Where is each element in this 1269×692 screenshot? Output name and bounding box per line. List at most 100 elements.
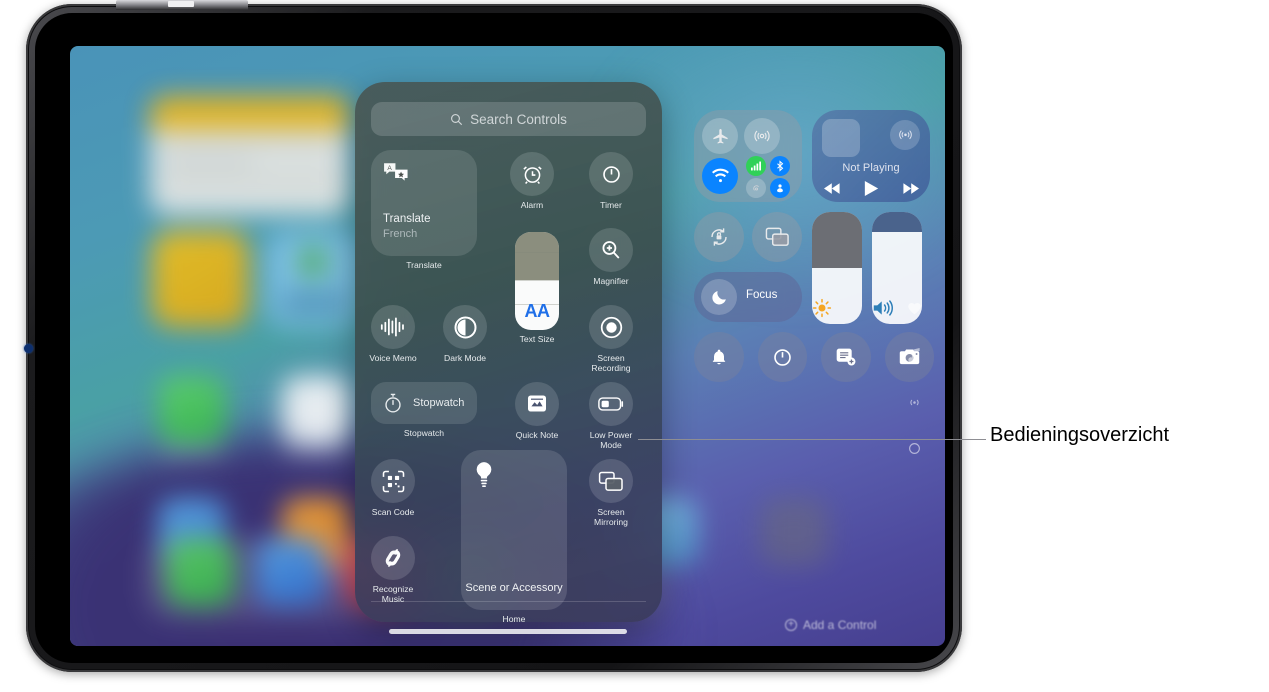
screen-mirroring-button[interactable]: [752, 212, 802, 262]
stopwatch-icon: [385, 393, 401, 413]
caption: Stopwatch: [403, 428, 445, 438]
ipad-screen: Not Playing Focus + Add a Control Search…: [70, 46, 945, 646]
cellular-button[interactable]: [746, 156, 766, 176]
media-status: Not Playing: [842, 162, 900, 174]
shazam-icon: [385, 549, 401, 567]
home-tile[interactable]: Scene or Accessory: [461, 450, 567, 610]
battery-icon: [597, 397, 623, 411]
control-tile-stopwatch[interactable]: Stopwatch Stopwatch: [371, 382, 477, 438]
airdrop-small-button[interactable]: [746, 178, 766, 198]
silent-mode-button[interactable]: [694, 332, 744, 382]
screen-mirroring-icon: [598, 471, 623, 491]
quick-note-button[interactable]: [515, 382, 559, 426]
qr-code-icon: [382, 470, 404, 492]
caption-line2: Music: [381, 594, 405, 604]
control-tile-alarm[interactable]: Alarm: [510, 152, 554, 210]
waveform-icon: [380, 317, 404, 337]
search-controls-field[interactable]: Search Controls: [371, 102, 646, 136]
airplane-mode-button[interactable]: [702, 118, 738, 154]
device-top-connector: [116, 0, 248, 10]
stopwatch-button[interactable]: Stopwatch: [371, 382, 477, 424]
translate-subtitle: French: [383, 228, 418, 240]
translate-tile[interactable]: A Translate French: [371, 150, 477, 256]
recognize-music-button[interactable]: [371, 536, 415, 580]
control-center-pager: [902, 301, 926, 455]
control-tile-recognize-music[interactable]: Recognize Music: [371, 536, 415, 604]
screen-mirroring-icon: [765, 227, 789, 246]
lightbulb-icon: [473, 461, 495, 488]
controls-gallery-panel: Search Controls A Translate French Trans…: [355, 82, 662, 622]
control-tile-voice-memo[interactable]: Voice Memo: [369, 305, 417, 363]
timer-button[interactable]: [589, 152, 633, 196]
dark-mode-button[interactable]: [443, 305, 487, 349]
broadcast-icon[interactable]: [906, 395, 923, 410]
quick-note-icon: [836, 348, 856, 366]
brightness-fill: [812, 212, 862, 268]
caption: Text Size: [519, 334, 555, 344]
airdrop-button[interactable]: [744, 118, 780, 154]
record-icon: [600, 316, 622, 338]
widget-calendar: [150, 96, 350, 214]
app-icon-mail: [282, 376, 350, 444]
control-tile-scan-code[interactable]: Scan Code: [371, 459, 415, 517]
control-tile-scene-or-accessory[interactable]: Scene or Accessory Home: [461, 450, 567, 622]
rewind-icon[interactable]: [823, 182, 841, 195]
timer-button[interactable]: [757, 332, 807, 382]
text-size-fill: [515, 232, 559, 280]
caption: Magnifier: [593, 276, 629, 286]
screen-recording-button[interactable]: [589, 305, 633, 349]
voice-memo-button[interactable]: [371, 305, 415, 349]
moon-icon-wrap: [701, 279, 737, 315]
airplay-button[interactable]: [890, 120, 920, 150]
quick-note-button[interactable]: [821, 332, 871, 382]
cellular-bars-icon: [751, 161, 761, 171]
add-control-label: Add a Control: [803, 618, 877, 632]
control-tile-magnifier[interactable]: Magnifier: [589, 228, 633, 286]
text-size-slider[interactable]: AA: [515, 232, 559, 330]
wifi-button[interactable]: [702, 158, 738, 194]
volume-icon: [873, 300, 894, 316]
control-tile-text-size[interactable]: AA Text Size: [515, 232, 559, 344]
control-tile-timer[interactable]: Timer: [589, 152, 633, 210]
forward-icon[interactable]: [902, 182, 919, 195]
alarm-button[interactable]: [510, 152, 554, 196]
svg-text:A: A: [387, 165, 392, 172]
music-note-icon[interactable]: [907, 347, 921, 363]
control-tile-quick-note[interactable]: Quick Note: [515, 382, 559, 440]
control-tile-screen-mirroring[interactable]: Screen Mirroring: [589, 459, 633, 527]
caption: Home: [502, 614, 526, 622]
brightness-slider[interactable]: [812, 212, 862, 324]
caption: Quick Note: [515, 430, 559, 440]
focus-button[interactable]: Focus: [694, 272, 802, 322]
control-tile-dark-mode[interactable]: Dark Mode: [443, 305, 487, 363]
scan-code-button[interactable]: [371, 459, 415, 503]
screenshot-root: Not Playing Focus + Add a Control Search…: [0, 0, 1269, 692]
ipad-device: Not Playing Focus + Add a Control Search…: [24, 0, 962, 672]
add-control-button[interactable]: + Add a Control: [785, 618, 876, 632]
dock-icon-safari: [256, 538, 324, 606]
heart-icon[interactable]: [907, 301, 922, 315]
media-player-module: Not Playing: [812, 110, 930, 202]
app-icon-messages: [158, 376, 226, 444]
control-tile-translate[interactable]: A Translate French Translate: [371, 150, 477, 270]
caption: Scan Code: [371, 507, 415, 517]
home-indicator[interactable]: [388, 629, 627, 634]
caption-line2: Mirroring: [594, 517, 628, 527]
personal-hotspot-button[interactable]: [770, 178, 790, 198]
bell-icon: [712, 349, 726, 364]
translate-icon: A: [383, 161, 409, 183]
low-power-mode-button[interactable]: [589, 382, 633, 426]
control-tile-low-power-mode[interactable]: Low Power Mode: [589, 382, 633, 450]
dark-mode-icon: [454, 316, 476, 338]
play-icon[interactable]: [864, 180, 879, 197]
timer-icon: [602, 165, 620, 183]
rotation-lock-button[interactable]: [694, 212, 744, 262]
text-size-glyph: AA: [524, 301, 551, 321]
wifi-icon: [711, 168, 729, 182]
bluetooth-button[interactable]: [770, 156, 790, 176]
control-tile-screen-recording[interactable]: Screen Recording: [589, 305, 633, 373]
screen-mirroring-button[interactable]: [589, 459, 633, 503]
brightness-glyph: [812, 298, 862, 318]
circle-icon[interactable]: [908, 442, 921, 455]
magnifier-button[interactable]: [589, 228, 633, 272]
